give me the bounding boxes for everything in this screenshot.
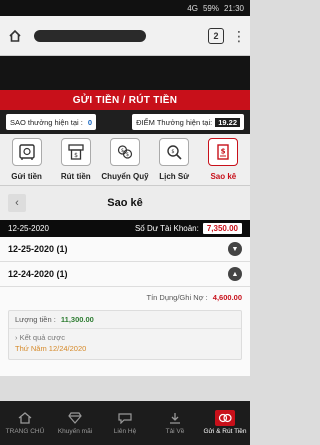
bet-result-line: › Kết quả cược	[15, 333, 235, 342]
diem-label: ĐIỂM Thưởng hiện tại:	[136, 117, 213, 127]
bottom-navigation: TRANG CHỦ Khuyến mãi Liên Hệ Tải Về Gửi …	[0, 401, 250, 445]
statement-row-label: 12-25-2020 (1)	[8, 244, 68, 254]
diem-value: 19.22	[215, 117, 240, 127]
balance-row: 12-25-2020 Số Dư Tài Khoản: 7,350.00	[0, 220, 250, 237]
balance-label: Số Dư Tài Khoản:	[134, 224, 199, 233]
balance-value: 7,350.00	[202, 223, 242, 234]
statement-row-label: 12-24-2020 (1)	[8, 269, 68, 279]
diem-points: ĐIỂM Thưởng hiện tại: 19.22	[132, 114, 244, 130]
site-header	[0, 56, 250, 90]
bet-result-label: Kết quả cược	[19, 333, 65, 342]
nav-label: Khuyến mãi	[57, 428, 93, 436]
menu-item-chuyen-quy[interactable]: $ $ Chuyển Quỹ	[101, 138, 149, 181]
diamond-icon	[65, 410, 85, 426]
transfer-icon: $ $	[109, 138, 140, 166]
section-banner: GỬI TIỀN / RÚT TIỀN	[0, 90, 250, 110]
svg-text:$: $	[172, 149, 175, 155]
sao-label: SAO thưởng hiện tại :	[10, 117, 83, 127]
more-options-icon[interactable]: ⋮	[232, 29, 246, 43]
home-icon	[15, 410, 35, 426]
svg-text:$: $	[74, 152, 78, 159]
statement-icon: $	[208, 138, 239, 166]
chevron-left-icon: ‹	[15, 197, 19, 209]
svg-text:$: $	[126, 152, 129, 158]
browser-toolbar: 2 ⋮	[0, 16, 250, 56]
back-button[interactable]: ‹	[8, 194, 26, 212]
menu-label: Rút tiền	[60, 172, 91, 181]
nav-label: Tải Về	[165, 428, 185, 436]
statement-detail: Tín Dụng/Ghi Nợ : 4,600.00 Lượng tiền : …	[0, 287, 250, 366]
amount-label: Lượng tiền :	[15, 315, 56, 324]
deposit-icon	[215, 410, 235, 427]
page-title: Sao kê	[107, 197, 143, 209]
sao-points: SAO thưởng hiện tại : 0	[6, 114, 97, 130]
menu-item-rut-tien[interactable]: $ Rút tiền	[53, 138, 99, 181]
credit-debit-line: Tín Dụng/Ghi Nợ : 4,600.00	[8, 293, 243, 302]
bet-result[interactable]: › Kết quả cược Thứ Năm 12/24/2020	[9, 329, 241, 359]
svg-text:$: $	[221, 148, 226, 156]
menu-item-sao-ke[interactable]: $ Sao kê	[200, 138, 246, 181]
home-icon[interactable]	[8, 29, 22, 43]
next-row-peek	[0, 366, 250, 376]
action-menu: Gửi tiền $ Rút tiền $ $ Chuyển Quỹ $ Lịch…	[0, 134, 250, 186]
chevron-down-icon[interactable]: ▼	[228, 242, 242, 256]
menu-label: Lịch Sử	[159, 172, 190, 181]
credit-debit-value: 4,600.00	[212, 293, 242, 302]
search-icon: $	[159, 138, 190, 166]
battery-level: 59%	[202, 3, 219, 13]
svg-text:$: $	[121, 148, 124, 154]
menu-label: Chuyển Quỹ	[101, 172, 149, 181]
menu-label: Gửi tiền	[11, 172, 42, 181]
nav-item-download[interactable]: Tải Về	[150, 410, 200, 435]
nav-item-home[interactable]: TRANG CHỦ	[0, 410, 50, 435]
page-header: ‹ Sao kê	[0, 186, 250, 220]
nav-item-promotions[interactable]: Khuyến mãi	[50, 410, 100, 435]
balance-info: Số Dư Tài Khoản: 7,350.00	[135, 223, 242, 234]
menu-label: Sao kê	[210, 172, 237, 181]
points-row: SAO thưởng hiện tại : 0 ĐIỂM Thưởng hiện…	[0, 110, 250, 134]
amount-line: Lượng tiền : 11,300.00	[9, 311, 241, 329]
statement-row[interactable]: 12-25-2020 (1) ▼	[0, 237, 250, 262]
nav-label: Gửi & Rút Tiền	[203, 428, 247, 436]
statement-row[interactable]: 12-24-2020 (1) ▲	[0, 262, 250, 287]
transaction-card: Lượng tiền : 11,300.00 › Kết quả cược Th…	[8, 310, 242, 360]
chat-icon	[115, 410, 135, 426]
safe-icon	[11, 138, 42, 166]
transaction-date: Thứ Năm 12/24/2020	[15, 344, 87, 353]
nav-label: TRANG CHỦ	[5, 428, 45, 436]
balance-date: 12-25-2020	[8, 224, 49, 233]
nav-label: Liên Hệ	[113, 428, 137, 436]
menu-item-lich-su[interactable]: $ Lịch Sử	[151, 138, 197, 181]
atm-icon: $	[60, 138, 91, 166]
menu-item-gui-tien[interactable]: Gửi tiền	[4, 138, 50, 181]
redacted-url	[34, 29, 146, 42]
nav-item-deposit-withdraw[interactable]: Gửi & Rút Tiền	[200, 410, 250, 435]
tab-switcher-button[interactable]: 2	[208, 27, 224, 44]
clock: 21:30	[223, 3, 244, 13]
network-indicator: 4G	[187, 3, 198, 13]
amount-value: 11,300.00	[60, 315, 94, 324]
nav-item-contact[interactable]: Liên Hệ	[100, 410, 150, 435]
status-bar: 4G 59% 21:30	[0, 0, 250, 16]
address-bar[interactable]	[30, 25, 200, 47]
credit-debit-label: Tín Dụng/Ghi Nợ :	[146, 293, 208, 302]
download-icon	[165, 410, 185, 426]
sao-value: 0	[87, 117, 93, 127]
chevron-up-icon[interactable]: ▲	[228, 267, 242, 281]
